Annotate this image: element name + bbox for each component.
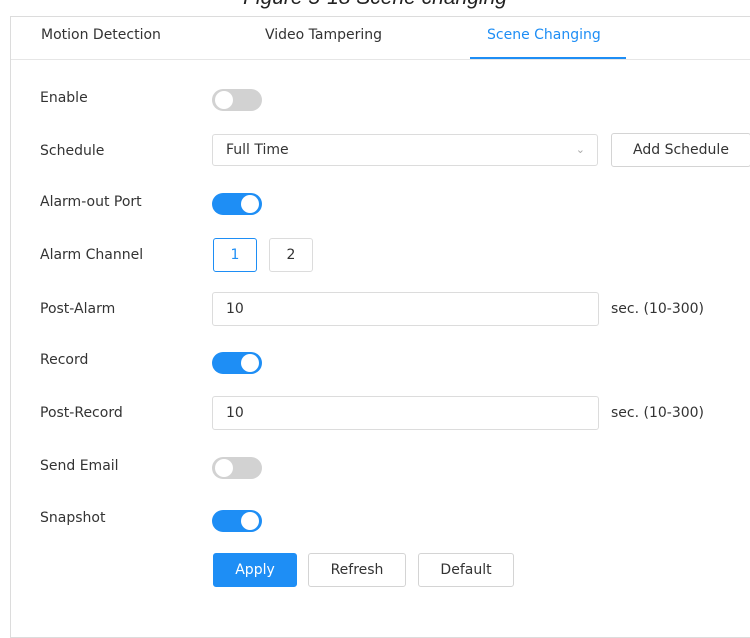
record-toggle[interactable]	[212, 352, 262, 374]
alarm-out-port-toggle[interactable]	[212, 193, 262, 215]
snapshot-toggle[interactable]	[212, 510, 262, 532]
active-tab-underline	[470, 57, 626, 59]
send-email-toggle[interactable]	[212, 457, 262, 479]
add-schedule-button[interactable]: Add Schedule	[611, 133, 750, 167]
tab-bar: Motion Detection Video Tampering Scene C…	[11, 17, 750, 60]
alarm-channel-label: Alarm Channel	[40, 247, 144, 263]
alarm-channel-1[interactable]: 1	[213, 238, 257, 272]
refresh-button[interactable]: Refresh	[308, 553, 406, 587]
default-button[interactable]: Default	[418, 553, 514, 587]
schedule-label: Schedule	[40, 143, 105, 159]
post-alarm-label: Post-Alarm	[40, 301, 116, 317]
tab-video-tampering[interactable]: Video Tampering	[265, 27, 382, 43]
toggle-knob	[241, 195, 259, 213]
snapshot-label: Snapshot	[40, 510, 106, 526]
toggle-knob	[215, 91, 233, 109]
alarm-out-port-label: Alarm-out Port	[40, 194, 142, 210]
send-email-label: Send Email	[40, 458, 119, 474]
post-record-input[interactable]: 10	[212, 396, 599, 430]
post-record-label: Post-Record	[40, 405, 123, 421]
toggle-knob	[241, 354, 259, 372]
schedule-value: Full Time	[226, 142, 289, 158]
toggle-knob	[241, 512, 259, 530]
enable-toggle[interactable]	[212, 89, 262, 111]
scene-changing-panel: Motion Detection Video Tampering Scene C…	[10, 16, 750, 638]
alarm-channel-2[interactable]: 2	[269, 238, 313, 272]
schedule-select[interactable]: Full Time ⌄	[212, 134, 598, 166]
record-label: Record	[40, 352, 89, 368]
toggle-knob	[215, 459, 233, 477]
tab-scene-changing[interactable]: Scene Changing	[487, 27, 601, 43]
post-record-unit: sec. (10-300)	[611, 405, 705, 421]
post-alarm-input[interactable]: 10	[212, 292, 599, 326]
apply-button[interactable]: Apply	[213, 553, 297, 587]
enable-label: Enable	[40, 90, 88, 106]
figure-caption: Figure 5-18 Scene changing	[0, 0, 750, 10]
chevron-down-icon: ⌄	[575, 143, 585, 156]
tab-motion-detection[interactable]: Motion Detection	[41, 27, 161, 43]
post-alarm-unit: sec. (10-300)	[611, 301, 705, 317]
